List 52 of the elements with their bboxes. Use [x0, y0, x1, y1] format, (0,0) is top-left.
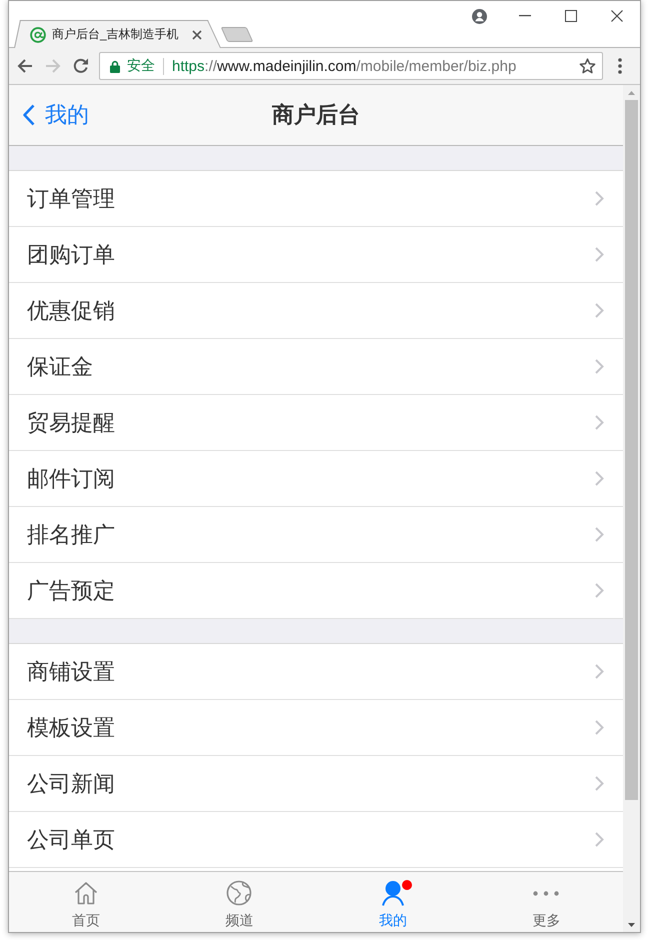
menu-item[interactable]: 排名推广: [9, 507, 623, 563]
chevron-right-icon: [595, 415, 604, 430]
chevron-right-icon: [595, 471, 604, 486]
browser-tab[interactable]: 商户后台_吉林制造手机: [14, 20, 221, 48]
menu-item[interactable]: 保证金: [9, 339, 623, 395]
tab-bar-item[interactable]: 频道: [162, 872, 316, 932]
menu-icon[interactable]: [618, 58, 622, 74]
address-bar[interactable]: 安全 https://www.madeinjilin.com/mobile/member/biz.php: [99, 52, 603, 80]
maximize-icon[interactable]: [565, 10, 577, 22]
globe-icon: [226, 880, 252, 906]
chevron-right-icon: [595, 832, 604, 847]
back-arrow-icon[interactable]: [16, 57, 34, 75]
chevron-right-icon: [595, 191, 604, 206]
menu-item[interactable]: 团购订单: [9, 227, 623, 283]
bookmark-star-icon[interactable]: [579, 58, 596, 74]
tab-bar-item[interactable]: 首页: [9, 872, 162, 932]
menu-item[interactable]: 公司单页: [9, 812, 623, 868]
security-label: 安全: [127, 57, 155, 75]
tab-bar-item[interactable]: 我的: [316, 872, 470, 932]
minimize-icon[interactable]: [519, 15, 531, 17]
menu-item[interactable]: 广告预定: [9, 563, 623, 619]
url-text: https://www.madeinjilin.com/mobile/member/biz.php: [172, 58, 518, 74]
chevron-left-icon: [22, 104, 35, 126]
chevron-right-icon: [595, 247, 604, 262]
chevron-right-icon: [595, 720, 604, 735]
lock-icon: [110, 60, 120, 72]
close-icon[interactable]: [192, 30, 202, 40]
menu-item[interactable]: 贸易提醒: [9, 395, 623, 451]
reload-icon[interactable]: [72, 57, 90, 75]
tab-bar-item[interactable]: 更多: [470, 872, 623, 932]
menu-item[interactable]: 优惠促销: [9, 283, 623, 339]
chevron-right-icon: [595, 359, 604, 374]
person-icon: [380, 880, 406, 906]
person-icon[interactable]: [472, 8, 486, 24]
chevron-right-icon: [595, 303, 604, 318]
chevron-right-icon: [595, 527, 604, 542]
scroll-down-arrow-icon[interactable]: [628, 922, 635, 926]
menu-item[interactable]: 模板设置: [9, 700, 623, 756]
chevron-right-icon: [595, 776, 604, 791]
more-icon: [533, 890, 560, 896]
menu-item[interactable]: 公司新闻: [9, 756, 623, 812]
chevron-right-icon: [595, 664, 604, 679]
page-title: 商户后台: [272, 101, 360, 129]
menu-item[interactable]: 商铺设置: [9, 644, 623, 700]
menu-item[interactable]: 邮件订阅: [9, 451, 623, 507]
back-link[interactable]: 我的: [9, 100, 89, 130]
chevron-right-icon: [595, 583, 604, 598]
home-icon: [72, 880, 99, 906]
close-icon[interactable]: [611, 10, 623, 22]
menu-item[interactable]: 订单管理: [9, 171, 623, 227]
site-logo-icon: [30, 26, 46, 42]
scrollbar-thumb[interactable]: [625, 100, 638, 800]
